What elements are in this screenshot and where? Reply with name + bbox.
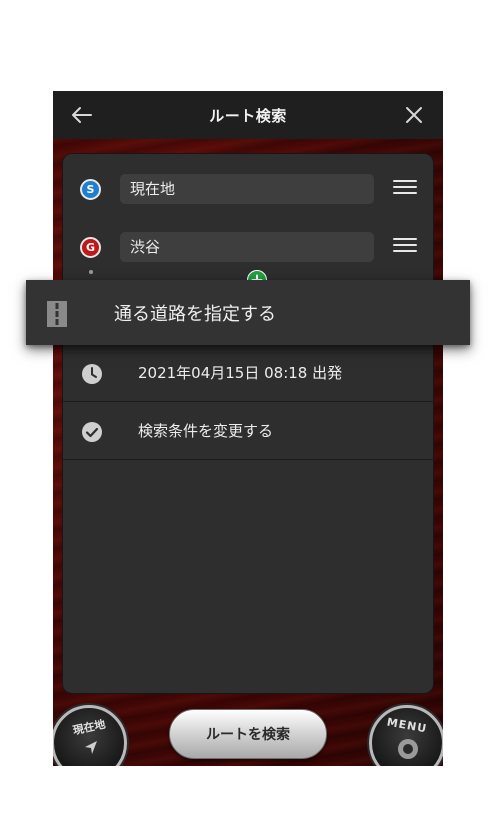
close-icon[interactable]: [401, 102, 427, 128]
route-panel: S 現在地 G 渋谷 2021年04月15日 08:18 出発 検索条件を変更す…: [62, 153, 435, 694]
road-selection-label: 通る道路を指定する: [114, 304, 276, 325]
departure-time-row[interactable]: 2021年04月15日 08:18 出発: [63, 344, 435, 402]
bottom-bar: 現在地 ルートを検索 MENU: [53, 695, 443, 766]
current-location-button[interactable]: 現在地: [53, 705, 127, 766]
search-route-button[interactable]: ルートを検索: [169, 709, 327, 759]
header-bar: ルート検索: [53, 91, 443, 139]
drag-handle-icon[interactable]: [393, 180, 417, 198]
departure-time-label: 2021年04月15日 08:18 出発: [138, 364, 343, 382]
menu-label: MENU: [385, 715, 429, 736]
search-conditions-row[interactable]: 検索条件を変更する: [63, 402, 435, 460]
check-circle-icon: [82, 422, 102, 442]
road-selection-popup[interactable]: 通る道路を指定する: [26, 280, 470, 345]
back-arrow-icon[interactable]: [69, 102, 95, 128]
navigation-arrow-icon: [85, 741, 97, 754]
road-icon: [47, 301, 67, 327]
start-point-field[interactable]: 現在地: [120, 174, 374, 204]
clock-icon: [82, 364, 102, 384]
search-conditions-label: 検索条件を変更する: [138, 422, 274, 440]
drag-handle-icon[interactable]: [393, 238, 417, 256]
start-badge: S: [80, 179, 101, 200]
app-screen: ルート検索 S 現在地 G 渋谷 2021年04月15日 08:18 出発 検索…: [53, 91, 443, 766]
menu-knob-icon: [398, 739, 418, 759]
goal-badge: G: [80, 237, 101, 258]
page-title: ルート検索: [209, 106, 287, 125]
start-point-row: S 現在地: [63, 174, 435, 206]
menu-button[interactable]: MENU: [369, 705, 443, 766]
goal-point-row: G 渋谷: [63, 232, 435, 264]
goal-point-field[interactable]: 渋谷: [120, 232, 374, 262]
